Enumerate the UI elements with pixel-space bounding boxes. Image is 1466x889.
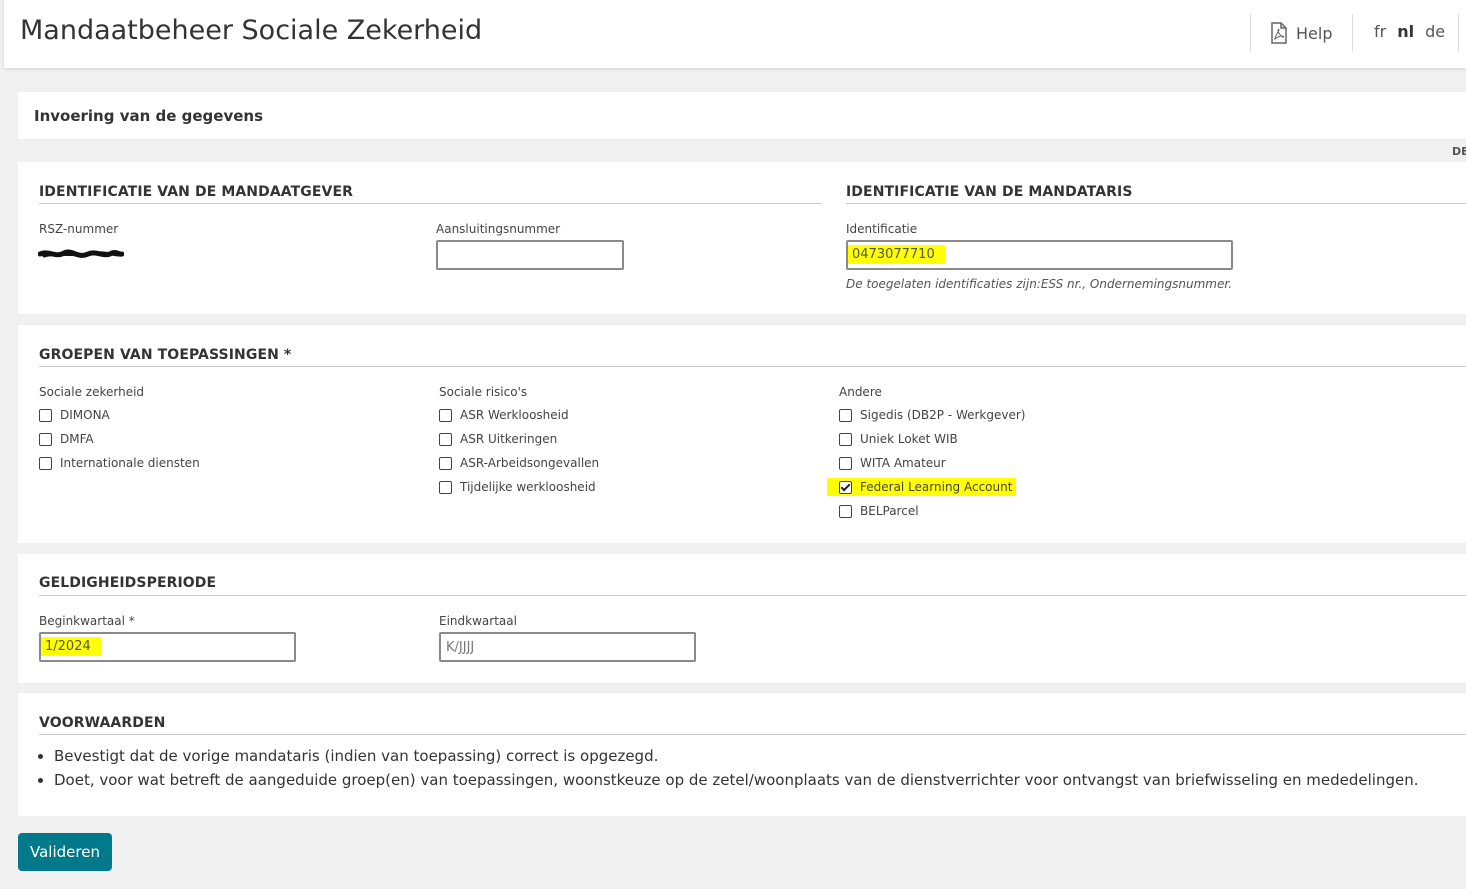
checkbox-sigedis[interactable]: Sigedis (DB2P - Werkgever) xyxy=(839,406,1025,424)
checkbox-label: ASR Werkloosheid xyxy=(460,408,569,422)
app-header: Mandaatbeheer Sociale Zekerheid Help fr … xyxy=(4,0,1466,68)
checkbox-label: ASR Uitkeringen xyxy=(460,432,558,446)
conditions-list: Bevestigt dat de vorige mandataris (indi… xyxy=(36,744,1419,792)
checkbox-box[interactable] xyxy=(39,456,52,470)
checkbox-wita-amateur[interactable]: WITA Amateur xyxy=(839,454,946,472)
end-quarter-input[interactable] xyxy=(439,632,696,662)
validate-button[interactable]: Valideren xyxy=(18,833,112,871)
mandaatgever-title: IDENTIFICATIE VAN DE MANDAATGEVER xyxy=(39,184,353,200)
group-col-label: Andere xyxy=(839,385,882,399)
checkbox-label: BELParcel xyxy=(860,504,919,518)
checkbox-dimona[interactable]: DIMONA xyxy=(39,406,110,424)
checkbox-box[interactable] xyxy=(39,408,52,422)
checkbox-label: Sigedis (DB2P - Werkgever) xyxy=(860,408,1026,422)
checkbox-federal-learning-account[interactable]: Federal Learning Account xyxy=(827,478,1017,496)
section-divider xyxy=(39,366,1466,367)
language-switcher: fr nl de xyxy=(1374,22,1456,41)
checkbox-dmfa[interactable]: DMFA xyxy=(39,430,94,448)
checkbox-label: WITA Amateur xyxy=(860,456,946,470)
step-card: Invoering van de gegevens xyxy=(18,92,1466,139)
checkbox-label: DMFA xyxy=(60,432,94,446)
checkbox-label: ASR-Arbeidsongevallen xyxy=(460,456,600,470)
checkbox-label: DIMONA xyxy=(60,408,110,422)
checkbox-internationale-diensten[interactable]: Internationale diensten xyxy=(39,454,200,472)
help-label: Help xyxy=(1296,23,1333,43)
checkbox-box[interactable] xyxy=(839,432,852,446)
checkbox-box-checked[interactable] xyxy=(839,480,852,494)
rsz-label: RSZ-nummer xyxy=(39,222,119,236)
lang-fr[interactable]: fr xyxy=(1374,22,1386,41)
checkbox-box[interactable] xyxy=(839,504,852,518)
pdf-file-icon xyxy=(1271,22,1287,44)
checkbox-label: Uniek Loket WIB xyxy=(860,432,958,446)
identificatie-label: Identificatie xyxy=(846,222,918,236)
checkbox-box[interactable] xyxy=(839,408,852,422)
step-title: Invoering van de gegevens xyxy=(34,107,264,125)
period-title: GELDIGHEIDSPERIODE xyxy=(39,575,217,591)
checkbox-uniek-loket-wib[interactable]: Uniek Loket WIB xyxy=(839,430,958,448)
checkbox-label: Tijdelijke werkloosheid xyxy=(460,480,596,494)
condition-item: Doet, voor wat betreft de aangeduide gro… xyxy=(54,768,1419,792)
aansluiting-label: Aansluitingsnummer xyxy=(436,222,561,236)
checkbox-label: Federal Learning Account xyxy=(860,480,1013,494)
app-title: Mandaatbeheer Sociale Zekerheid xyxy=(20,15,483,46)
checkbox-belparcel[interactable]: BELParcel xyxy=(839,502,919,520)
header-divider xyxy=(1352,14,1353,52)
checkbox-asr-uitkeringen[interactable]: ASR Uitkeringen xyxy=(439,430,557,448)
section-divider xyxy=(39,734,1466,735)
corner-text: DE xyxy=(1452,145,1466,158)
header-divider xyxy=(1458,14,1459,52)
checkbox-box[interactable] xyxy=(439,408,452,422)
checkbox-box[interactable] xyxy=(439,432,452,446)
identificatie-hint: De toegelaten identificaties zijn:ESS nr… xyxy=(846,277,1233,291)
lang-de[interactable]: de xyxy=(1425,22,1445,41)
redacted-rsz-value xyxy=(38,249,124,258)
checkbox-label: Internationale diensten xyxy=(60,456,200,470)
section-divider xyxy=(39,203,822,204)
group-col-label: Sociale zekerheid xyxy=(39,385,145,399)
begin-quarter-input[interactable] xyxy=(39,632,296,662)
section-divider xyxy=(39,595,1466,596)
groups-title: GROEPEN VAN TOEPASSINGEN * xyxy=(39,347,292,363)
condition-item: Bevestigt dat de vorige mandataris (indi… xyxy=(54,744,1419,768)
header-divider xyxy=(1250,14,1251,52)
checkbox-box[interactable] xyxy=(439,480,452,494)
checkbox-asr-werkloosheid[interactable]: ASR Werkloosheid xyxy=(439,406,569,424)
group-col-label: Sociale risico's xyxy=(439,385,528,399)
aansluiting-input[interactable] xyxy=(436,240,624,270)
checkbox-box[interactable] xyxy=(39,432,52,446)
identificatie-input[interactable] xyxy=(846,240,1233,270)
checkbox-tijdelijke-werkloosheid[interactable]: Tijdelijke werkloosheid xyxy=(439,478,596,496)
section-divider xyxy=(846,203,1466,204)
checkbox-box[interactable] xyxy=(439,456,452,470)
end-label: Eindkwartaal xyxy=(439,614,517,628)
begin-label: Beginkwartaal * xyxy=(39,614,135,628)
period-card xyxy=(18,554,1466,683)
checkbox-asr-arbeidsongevallen[interactable]: ASR-Arbeidsongevallen xyxy=(439,454,599,472)
lang-nl[interactable]: nl xyxy=(1397,22,1414,41)
checkbox-box[interactable] xyxy=(839,456,852,470)
mandataris-title: IDENTIFICATIE VAN DE MANDATARIS xyxy=(846,184,1133,200)
help-link[interactable]: Help xyxy=(1270,19,1332,47)
conditions-title: VOORWAARDEN xyxy=(39,715,166,731)
